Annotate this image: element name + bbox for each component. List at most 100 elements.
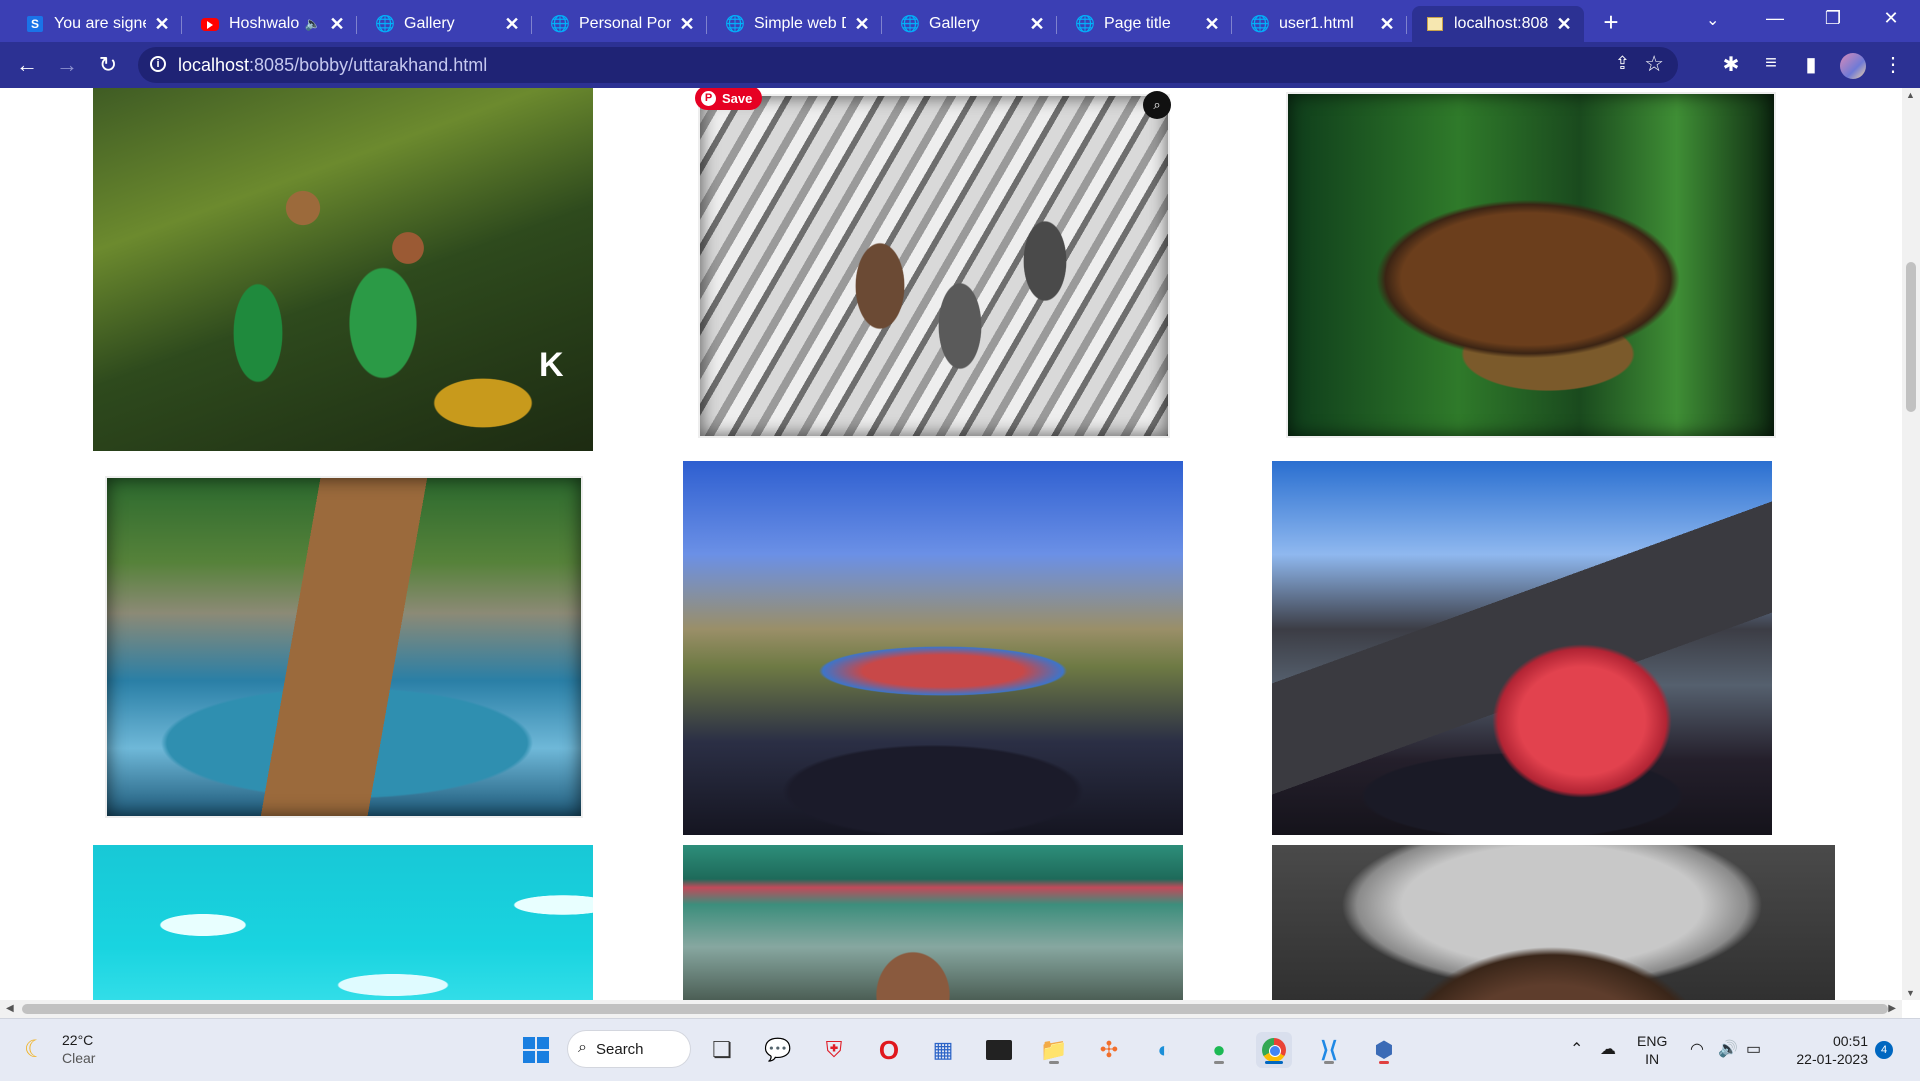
vertical-scrollbar[interactable]: ▲ ▼ [1902,88,1920,1000]
red-flags-crowd-photo[interactable] [1272,461,1772,835]
page-viewport: K P Save ⌕ [0,88,1902,1000]
photo-watermark: K [539,346,564,384]
s-icon: S [26,15,44,33]
language-indicator[interactable]: ENG IN [1637,1032,1667,1068]
volume-icon[interactable]: 🔊 [1718,1039,1738,1059]
reload-icon[interactable]: ↻ [93,50,123,80]
share-icon[interactable]: ⇪ [1615,53,1630,74]
horizontal-scroll-thumb[interactable] [22,1004,1888,1014]
clock-time: 00:51 [1832,1033,1868,1049]
bookmark-star-icon[interactable]: ☆ [1644,51,1664,77]
file-explorer-icon[interactable]: 📁 [1036,1032,1072,1068]
battery-icon[interactable]: ▭ [1746,1039,1761,1059]
side-panel-icon[interactable]: ▮ [1798,52,1824,77]
media-control-icon[interactable]: ≡ [1758,52,1784,75]
mcafee-icon[interactable]: ⛨ [816,1032,852,1068]
opera-icon[interactable]: O [871,1032,907,1068]
onedrive-cloud-icon[interactable]: ☁ [1600,1039,1616,1059]
tab-5[interactable]: 🌐 Gallery ✕ [887,6,1057,42]
terminal-icon[interactable] [981,1032,1017,1068]
scroll-down-arrow-icon[interactable]: ▼ [1906,988,1915,998]
tab-1[interactable]: Hoshwalo 🔈 ✕ [187,6,357,42]
restore-icon[interactable]: ❐ [1818,8,1848,29]
wifi-icon[interactable]: ◠ [1690,1039,1704,1059]
tab-6[interactable]: 🌐 Page title ✕ [1062,6,1232,42]
close-icon[interactable]: ✕ [1202,14,1222,34]
tab-0[interactable]: S You are signed ✕ [12,6,182,42]
tab-4[interactable]: 🌐 Simple web De ✕ [712,6,882,42]
new-tab-plus-icon[interactable]: + [1597,7,1625,37]
visual-search-lens-icon[interactable]: ⌕ [1143,91,1171,119]
spotify-icon[interactable]: ● [1201,1032,1237,1068]
globe-icon: 🌐 [550,16,570,33]
windows-start-icon[interactable] [518,1032,554,1068]
close-icon[interactable]: ✕ [1554,14,1574,34]
store-icon[interactable]: ▦ [925,1032,961,1068]
tab-title: Gallery [404,15,455,32]
profile-avatar[interactable] [1840,53,1866,79]
close-icon[interactable]: ✕ [1377,14,1397,34]
trident-fair-photo[interactable] [683,461,1183,835]
tab-8-active[interactable]: localhost:8085 ✕ [1412,6,1584,42]
tab-title: Personal Portfo [579,15,671,32]
pinterest-icon: P [701,90,716,106]
tab-7[interactable]: 🌐 user1.html ✕ [1237,6,1407,42]
close-icon[interactable]: ✕ [502,14,522,34]
address-bar[interactable]: i localhost:8085/bobby/uttarakhand.html … [138,47,1678,83]
scroll-right-arrow-icon[interactable]: ▶ [1888,1003,1896,1014]
mossy-rock-forest-photo[interactable] [1288,94,1774,436]
chrome-icon[interactable] [1256,1032,1292,1068]
scroll-left-arrow-icon[interactable]: ◀ [6,1003,14,1014]
suspension-bridge-river-photo[interactable] [107,478,581,816]
info-icon[interactable]: i [150,56,166,72]
xampp-icon[interactable]: ✣ [1091,1032,1127,1068]
cyan-sky-photo[interactable] [93,845,593,1000]
windows-taskbar: ☾ 22°C Clear ⌕ Search ❏ 💬 ⛨ O ▦ 📁 ✣ ◐ ● … [0,1018,1920,1081]
globe-icon: 🌐 [1250,16,1270,33]
old-man-portrait-photo[interactable] [1272,845,1835,1000]
kebab-menu-icon[interactable]: ⋮ [1880,52,1906,77]
weather-temp: 22°C [62,1032,94,1048]
extensions-puzzle-icon[interactable]: ✱ [1718,52,1744,77]
url-text[interactable]: localhost:8085/bobby/uttarakhand.html [178,55,487,76]
horizontal-scrollbar[interactable]: ◀ ▶ [0,1000,1902,1018]
youtube-icon [201,15,219,33]
tab-title: Gallery [929,15,980,32]
window-close-icon[interactable]: ✕ [1876,8,1906,29]
system-clock[interactable]: 00:51 22-01-2023 [1790,1032,1868,1068]
task-view-icon[interactable]: ❏ [704,1032,740,1068]
tab-title: user1.html [1279,15,1354,32]
men-breaking-ice-photo[interactable] [700,96,1168,436]
tab-3[interactable]: 🌐 Personal Portfo ✕ [537,6,707,42]
close-icon[interactable]: ✕ [677,14,697,34]
village-children-photo[interactable] [683,845,1183,1000]
search-label: Search [596,1040,644,1058]
taskbar-search[interactable]: ⌕ Search [568,1031,690,1067]
close-icon[interactable]: ✕ [1027,14,1047,34]
teams-chat-icon[interactable]: 💬 [760,1032,796,1068]
virtualbox-icon[interactable]: ⬢ [1366,1032,1402,1068]
notification-badge[interactable]: 4 [1875,1041,1893,1059]
close-icon[interactable]: ✕ [852,14,872,34]
moon-icon: ☾ [24,1036,46,1063]
vertical-scroll-thumb[interactable] [1906,262,1916,412]
close-icon[interactable]: ✕ [327,14,347,34]
back-arrow-icon[interactable]: ← [12,50,42,80]
pinterest-save-button[interactable]: P Save [695,88,763,110]
vscode-icon[interactable]: ⟩⟨ [1311,1032,1347,1068]
chevron-up-icon[interactable]: ⌃ [1570,1039,1583,1059]
minimize-icon[interactable]: — [1760,8,1790,29]
forward-arrow-icon[interactable]: → [52,50,82,80]
globe-icon: 🌐 [725,16,745,33]
weather-widget[interactable]: ☾ 22°C Clear [24,1031,95,1067]
women-cooking-photo[interactable]: K [93,88,593,451]
scroll-up-arrow-icon[interactable]: ▲ [1906,90,1915,100]
tab-2[interactable]: 🌐 Gallery ✕ [362,6,532,42]
chevron-down-icon[interactable]: ⌄ [1706,10,1719,30]
save-label: Save [722,90,753,106]
speaker-icon[interactable]: 🔈 [305,16,321,32]
clock-date: 22-01-2023 [1796,1051,1868,1067]
search-icon: ⌕ [578,1039,587,1056]
close-icon[interactable]: ✕ [152,14,172,34]
edge-icon[interactable]: ◐ [1146,1032,1182,1068]
